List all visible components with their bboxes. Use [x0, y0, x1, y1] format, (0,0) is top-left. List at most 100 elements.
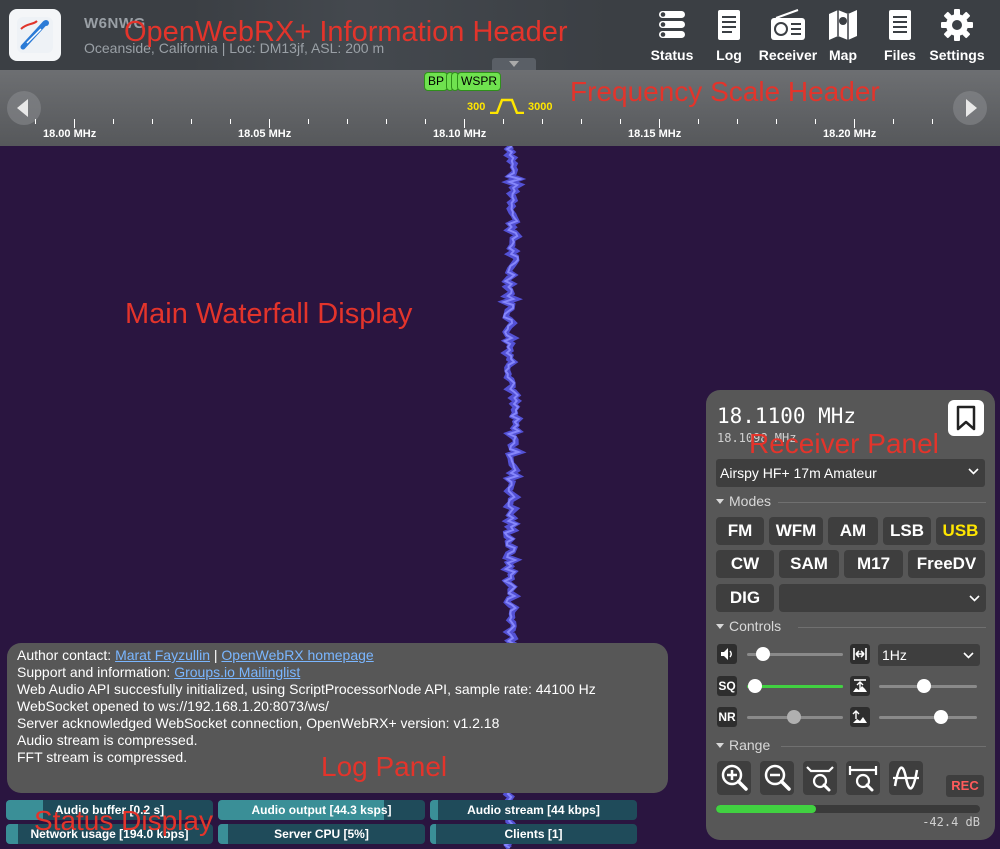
status-button[interactable]: Status	[646, 8, 698, 66]
bookmark-bp[interactable]: BP	[424, 72, 449, 91]
tuning-step-select[interactable]: 1Hz	[878, 644, 980, 666]
log-annotation: Log Panel	[321, 751, 448, 782]
mode-freedv-button[interactable]: FreeDV	[908, 550, 985, 578]
minor-tick	[347, 119, 348, 124]
bandwidth-button[interactable]	[850, 644, 870, 664]
log-support-prefix: Support and information:	[17, 664, 175, 680]
zoom-out-icon[interactable]	[760, 761, 794, 795]
filter-high-label: 3000	[528, 101, 553, 113]
scroll-right-icon[interactable]	[952, 90, 988, 126]
homepage-link[interactable]: OpenWebRX homepage	[221, 647, 373, 663]
settings-icon	[941, 9, 973, 41]
squelch-slider[interactable]	[747, 679, 843, 693]
zoom-to-frequency-icon[interactable]	[846, 761, 880, 795]
tuned-frequency[interactable]: 18.1100 MHz	[717, 404, 856, 428]
collapse-header-button[interactable]	[492, 58, 536, 70]
auto-range-icon[interactable]	[889, 761, 923, 795]
s-meter	[716, 805, 980, 813]
range-section-title[interactable]: Range	[716, 737, 770, 753]
mode-fm-button[interactable]: FM	[716, 517, 764, 545]
waterfall-max-button[interactable]	[850, 676, 870, 696]
range-title-text: Range	[729, 737, 771, 753]
minor-tick	[698, 119, 699, 124]
minor-tick	[542, 119, 543, 124]
status-button-label: Status	[650, 47, 694, 63]
scale-annotation: Frequency Scale Header	[570, 76, 880, 107]
receiver-panel: 18.1100 MHz 18.1098 MHz Receiver Panel A…	[706, 390, 995, 840]
mode-am-button[interactable]: AM	[828, 517, 878, 545]
noise-reduction-slider[interactable]	[747, 710, 843, 724]
digital-mode-select[interactable]	[779, 584, 986, 612]
minor-tick	[503, 119, 504, 124]
mode-m17-button[interactable]: M17	[844, 550, 903, 578]
waterfall-min-slider[interactable]	[879, 710, 977, 724]
chevron-down-icon	[969, 595, 980, 602]
mute-button[interactable]	[717, 644, 737, 664]
add-bookmark-button[interactable]	[948, 400, 984, 436]
mode-dig-button[interactable]: DIG	[716, 584, 774, 612]
noise-reduction-knob[interactable]	[787, 710, 801, 724]
audio-stream-meter: Audio stream [44 kbps]	[430, 800, 637, 820]
frequency-label: 18.10 MHz	[433, 128, 487, 140]
volume-slider[interactable]	[747, 647, 843, 661]
server-cpu-label: Server CPU [5%]	[274, 827, 369, 841]
passband-filter-icon[interactable]	[489, 98, 525, 114]
section-divider	[778, 502, 986, 503]
profile-select-value: Airspy HF+ 17m Amateur	[720, 465, 877, 481]
collapse-triangle-icon	[716, 743, 724, 748]
controls-title-text: Controls	[729, 618, 782, 634]
header-annotation: OpenWebRX+ Information Header	[124, 16, 568, 48]
mode-usb-button[interactable]: USB	[936, 517, 985, 545]
minor-tick	[230, 119, 231, 124]
minor-tick	[113, 119, 114, 124]
controls-section-title[interactable]: Controls	[716, 618, 781, 634]
mode-cw-button[interactable]: CW	[716, 550, 774, 578]
bookmark-wspr[interactable]: WSPR	[457, 72, 501, 91]
waterfall-min-button[interactable]	[850, 707, 870, 727]
noise-reduction-button[interactable]: NR	[717, 707, 737, 727]
minor-tick	[152, 119, 153, 124]
openwebrx-logo[interactable]	[9, 9, 61, 61]
major-tick	[464, 119, 465, 128]
tuning-step-value: 1Hz	[882, 647, 907, 663]
map-button-label: Map	[829, 47, 857, 63]
receiver-icon	[771, 9, 805, 40]
waterfall-max-knob[interactable]	[917, 679, 931, 693]
mailinglist-link[interactable]: Groups.io Mailinglist	[174, 664, 300, 680]
modes-section-title[interactable]: Modes	[716, 493, 771, 509]
map-button[interactable]: Map	[824, 8, 862, 66]
modes-title-text: Modes	[729, 493, 772, 509]
zoom-in-icon[interactable]	[717, 761, 751, 795]
minor-tick	[386, 119, 387, 124]
squelch-slider-knob[interactable]	[748, 679, 762, 693]
zoom-to-band-icon[interactable]	[803, 761, 837, 795]
log-message: WebSocket opened to ws://192.168.1.20:80…	[17, 698, 329, 714]
mode-wfm-button[interactable]: WFM	[769, 517, 823, 545]
volume-slider-knob[interactable]	[756, 647, 770, 661]
mode-lsb-button[interactable]: LSB	[883, 517, 931, 545]
frequency-scale[interactable]: Frequency Scale Header 18.00 MHz 18.05 M…	[0, 70, 1000, 146]
waterfall-max-slider[interactable]	[879, 679, 977, 693]
mode-sam-button[interactable]: SAM	[779, 550, 839, 578]
scroll-left-icon[interactable]	[6, 90, 42, 126]
frequency-label: 18.15 MHz	[628, 128, 682, 140]
chevron-down-icon	[509, 61, 519, 67]
receiver-button[interactable]: Receiver	[756, 8, 820, 66]
author-link[interactable]: Marat Fayzullin	[115, 647, 210, 663]
record-button[interactable]: REC	[946, 775, 984, 797]
log-button[interactable]: Log	[708, 8, 750, 66]
major-tick	[269, 119, 270, 128]
profile-select[interactable]: Airspy HF+ 17m Amateur	[716, 459, 985, 487]
minor-tick	[893, 119, 894, 124]
log-support-line: Support and information: Groups.io Maili…	[17, 664, 657, 681]
squelch-auto-button[interactable]: SQ	[717, 676, 737, 696]
waterfall-min-knob[interactable]	[934, 710, 948, 724]
minor-tick	[932, 119, 933, 124]
settings-button[interactable]: Settings	[926, 8, 988, 66]
audio-output-meter: Audio output [44.3 ksps]	[218, 800, 425, 820]
map-icon	[829, 10, 857, 40]
log-author-line: Author contact: Marat Fayzullin | OpenWe…	[17, 647, 657, 664]
s-meter-fill	[716, 805, 817, 813]
status-icon	[659, 11, 685, 38]
files-button[interactable]: Files	[880, 8, 920, 66]
